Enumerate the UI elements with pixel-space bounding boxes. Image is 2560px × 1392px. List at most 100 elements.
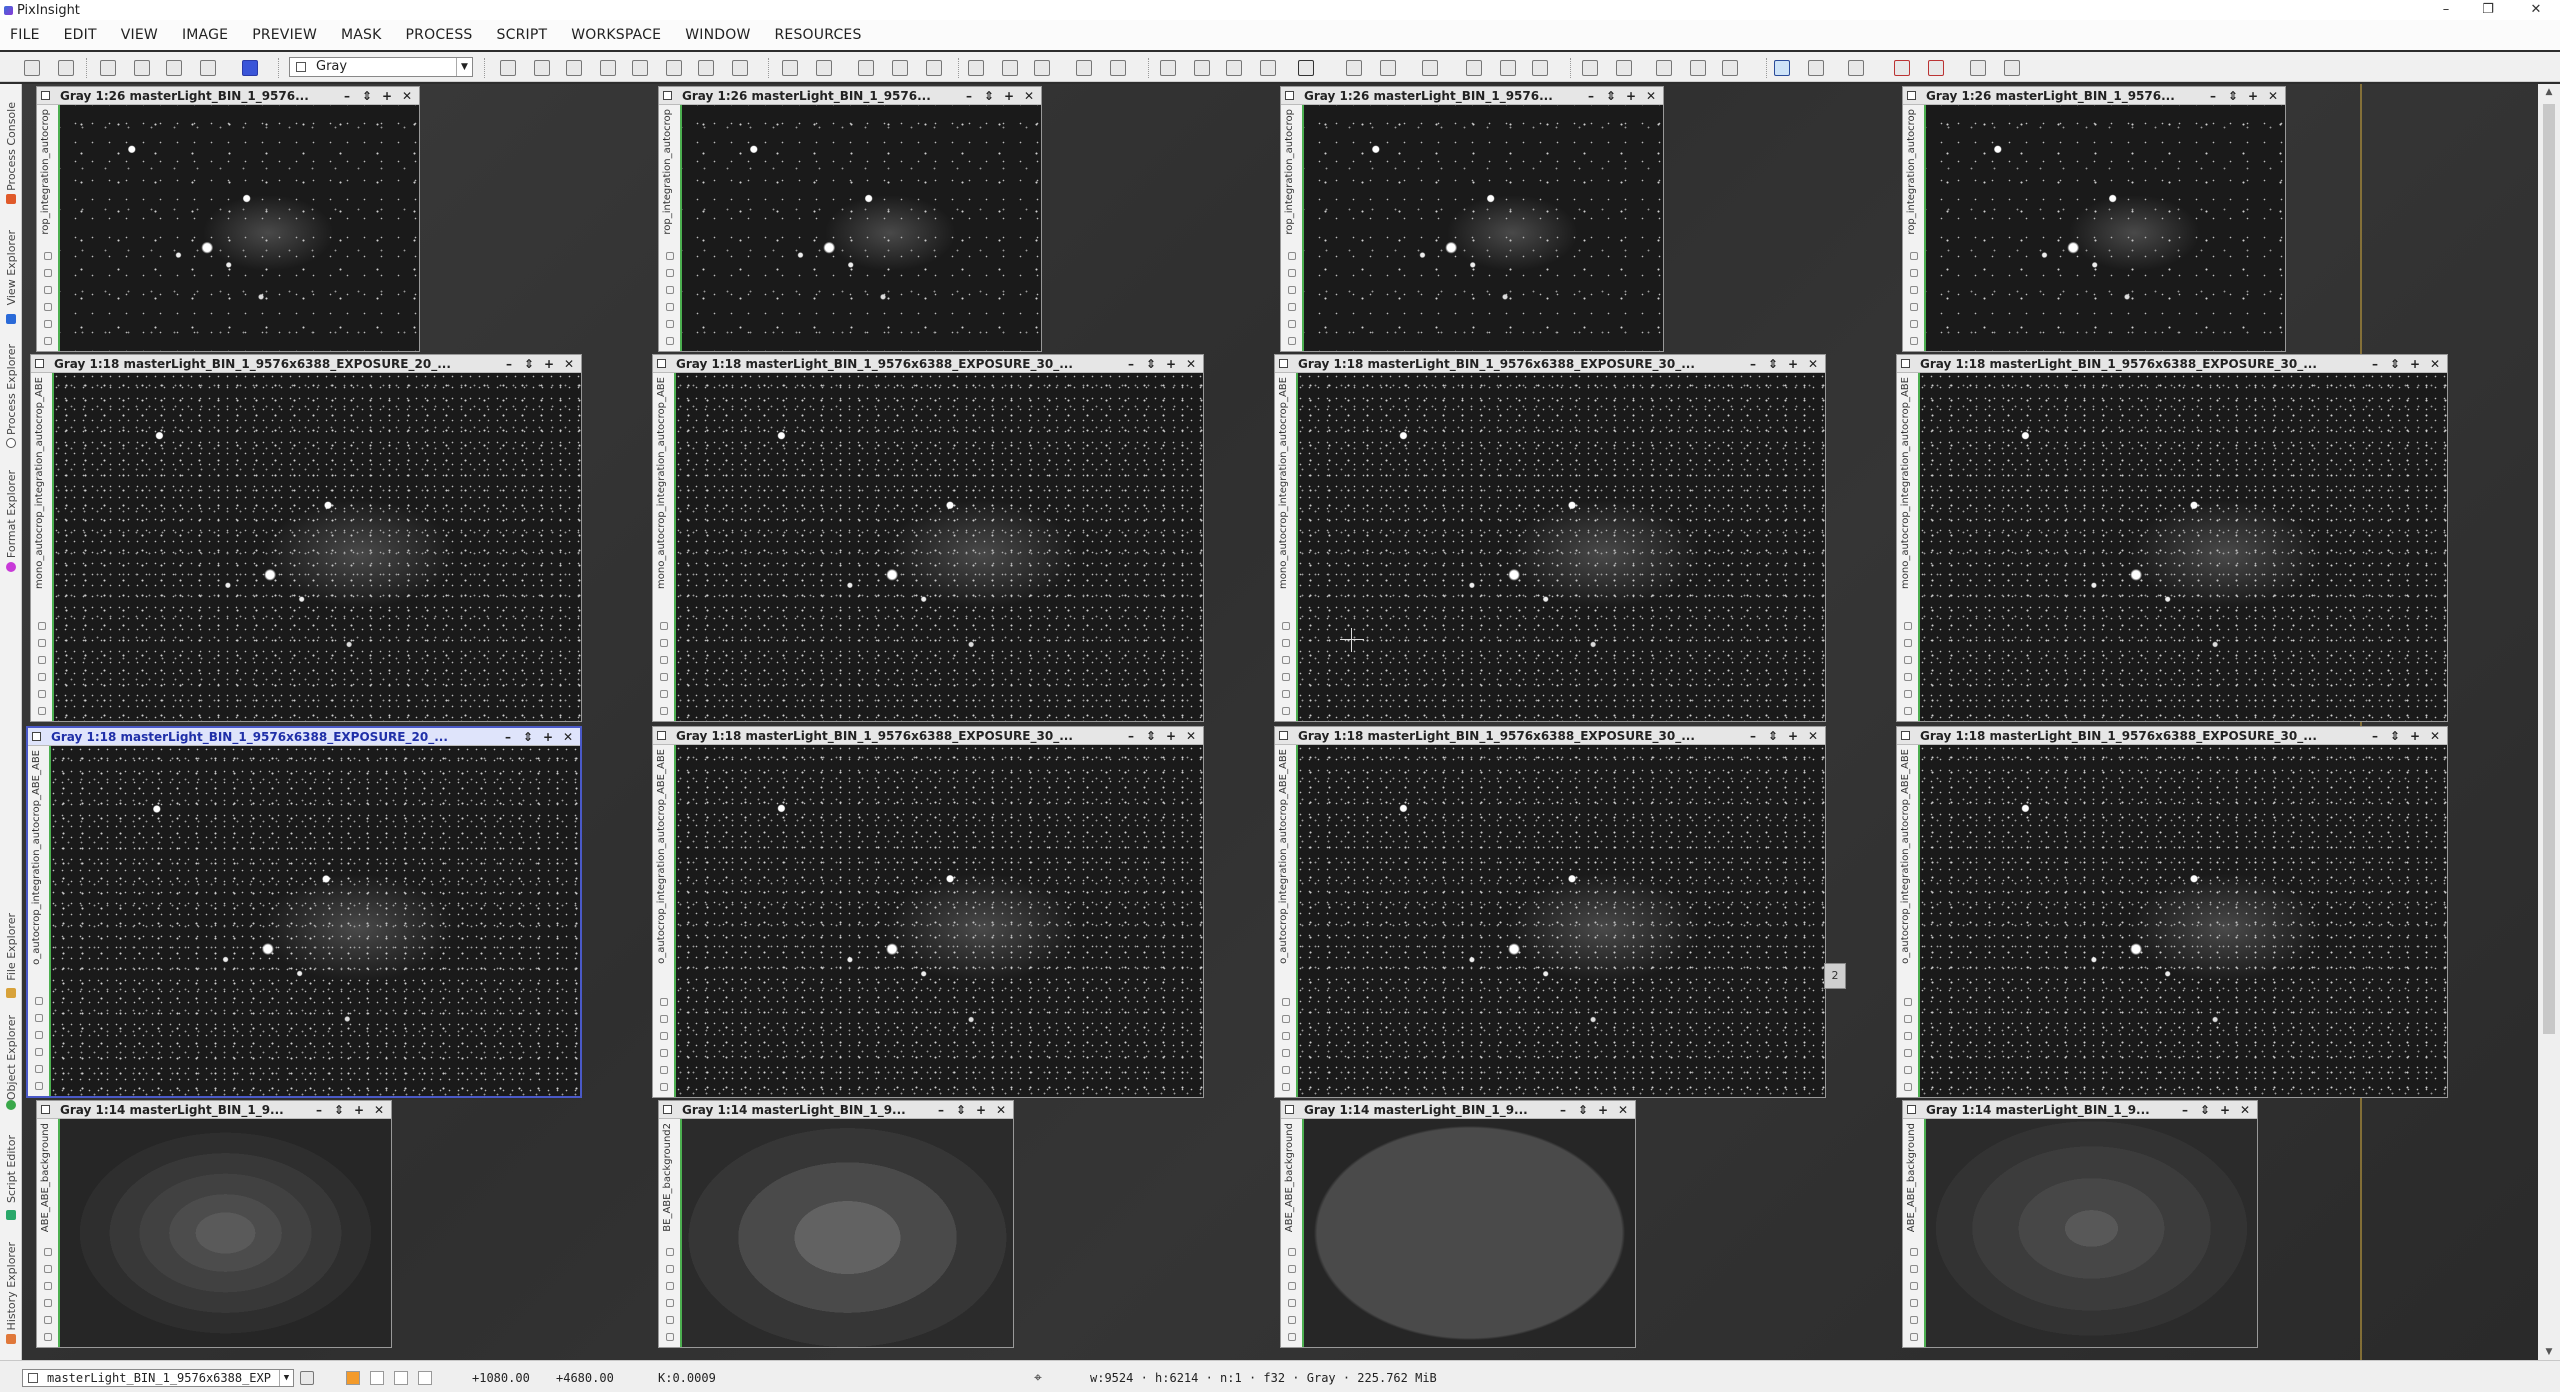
tab-view-explorer[interactable]: View Explorer (0, 208, 22, 328)
close-icon[interactable]: ✕ (991, 1101, 1011, 1119)
stf-icon[interactable] (666, 1265, 674, 1273)
shade-icon[interactable]: ⇕ (518, 728, 538, 746)
zoom-icon[interactable] (666, 303, 674, 311)
stf-reset-icon[interactable] (1380, 60, 1396, 76)
view-toggle-icon[interactable] (300, 1371, 314, 1385)
maximize-icon[interactable]: + (538, 728, 558, 746)
image-window[interactable]: Gray 1:26 masterLight_BIN_1_9576... – ⇕ + ✕ r… (1280, 86, 1664, 352)
mask-icon[interactable] (1282, 1066, 1290, 1074)
zoom-icon[interactable] (35, 1048, 43, 1056)
minimize-icon[interactable]: – (959, 87, 979, 105)
close-button[interactable]: ✕ (2516, 0, 2556, 20)
pin-icon[interactable] (660, 998, 668, 1006)
zoom-out-icon[interactable] (816, 60, 832, 76)
minimize-icon[interactable]: – (1553, 1101, 1573, 1119)
stf-icon[interactable] (1910, 269, 1918, 277)
nebula-image-canvas[interactable] (1298, 745, 1825, 1097)
maximize-icon[interactable]: + (2243, 87, 2263, 105)
background-model-canvas[interactable] (1304, 1119, 1635, 1347)
close-icon[interactable]: ✕ (2263, 87, 2283, 105)
pin-icon[interactable] (1904, 998, 1912, 1006)
image-window[interactable]: Gray 1:18 masterLight_BIN_1_9576x6388_EX… (1274, 354, 1826, 722)
maximize-icon[interactable]: + (1593, 1101, 1613, 1119)
minimize-icon[interactable]: – (1581, 87, 1601, 105)
zoom-1-1-icon[interactable] (892, 60, 908, 76)
tab-object-explorer[interactable]: Object Explorer (0, 1002, 22, 1114)
zoom-icon[interactable] (666, 1299, 674, 1307)
minimize-icon[interactable]: – (2365, 727, 2385, 745)
mask-icon[interactable] (44, 320, 52, 328)
image-window[interactable]: Gray 1:18 masterLight_BIN_1_9576x6388_EX… (652, 726, 1204, 1098)
move-icon[interactable] (632, 60, 648, 76)
nebula-image-canvas[interactable] (1304, 105, 1663, 351)
lock-icon[interactable] (666, 337, 674, 345)
maximize-icon[interactable]: + (999, 87, 1019, 105)
shade-icon[interactable]: ⇕ (951, 1101, 971, 1119)
mask-icon[interactable] (666, 1316, 674, 1324)
view-list-selector[interactable]: masterLight_BIN_1_9576x6388_EXP ▼ (22, 1369, 294, 1387)
lock-icon[interactable] (1282, 707, 1290, 715)
background-model-canvas[interactable] (682, 1119, 1013, 1347)
image-window-icon[interactable] (41, 1105, 50, 1114)
nebula-image-canvas[interactable] (682, 105, 1041, 351)
pointer-icon[interactable] (732, 60, 748, 76)
close-icon[interactable]: ✕ (397, 87, 417, 105)
image-window-icon[interactable] (1285, 91, 1294, 100)
maximize-icon[interactable]: + (1783, 355, 1803, 373)
channel-rgb-icon[interactable] (1466, 60, 1482, 76)
close-icon[interactable]: ✕ (2235, 1101, 2255, 1119)
zoom-icon[interactable] (1904, 673, 1912, 681)
stf-icon[interactable] (44, 269, 52, 277)
lock-icon[interactable] (1282, 1083, 1290, 1091)
stf-icon[interactable] (660, 639, 668, 647)
zoom-icon[interactable] (1288, 303, 1296, 311)
readout-options-icon[interactable] (1110, 60, 1126, 76)
zoom-icon[interactable] (660, 673, 668, 681)
mask-icon[interactable] (1282, 690, 1290, 698)
lock-icon[interactable] (44, 337, 52, 345)
background-model-canvas[interactable] (60, 1119, 391, 1347)
tab-process-explorer[interactable]: Process Explorer (0, 328, 22, 452)
mask-icon[interactable] (1910, 320, 1918, 328)
pin-icon[interactable] (35, 997, 43, 1005)
shade-icon[interactable]: ⇕ (1763, 355, 1783, 373)
menu-resources[interactable]: RESOURCES (775, 27, 862, 43)
image-window-icon[interactable] (1907, 1105, 1916, 1114)
new-preview-icon[interactable] (698, 60, 714, 76)
menu-image[interactable]: IMAGE (182, 27, 228, 43)
pin-icon[interactable] (38, 622, 46, 630)
minimize-icon[interactable]: – (2365, 355, 2385, 373)
link-icon[interactable] (1904, 656, 1912, 664)
zoom-icon[interactable] (44, 1299, 52, 1307)
open-icon[interactable] (100, 60, 116, 76)
image-window-icon[interactable] (663, 1105, 672, 1114)
image-window-icon[interactable] (35, 359, 44, 368)
image-window[interactable]: Gray 1:14 masterLight_BIN_1_9... – ⇕ + ✕ ABE_… (1280, 1100, 1636, 1348)
image-window-titlebar[interactable]: Gray 1:14 masterLight_BIN_1_9... – ⇕ + ✕ (659, 1101, 1013, 1119)
reload-icon[interactable] (134, 60, 150, 76)
mask-icon[interactable] (35, 1065, 43, 1073)
image-window[interactable]: Gray 1:18 masterLight_BIN_1_9576x6388_EX… (1896, 726, 2448, 1098)
menu-preview[interactable]: PREVIEW (252, 27, 317, 43)
close-icon[interactable]: ✕ (2425, 355, 2445, 373)
image-window-titlebar[interactable]: Gray 1:18 masterLight_BIN_1_9576x6388_EX… (1275, 355, 1825, 373)
maximize-icon[interactable]: + (1161, 355, 1181, 373)
minimize-icon[interactable]: – (2175, 1101, 2195, 1119)
nebula-image-canvas[interactable] (676, 373, 1203, 721)
image-window-titlebar[interactable]: Gray 1:18 masterLight_BIN_1_9576x6388_EX… (653, 355, 1203, 373)
link-icon[interactable] (1910, 1282, 1918, 1290)
shade-icon[interactable]: ⇕ (2195, 1101, 2215, 1119)
stf-link-icon[interactable] (1346, 60, 1362, 76)
close-icon[interactable]: ✕ (369, 1101, 389, 1119)
stf-icon[interactable] (1282, 1015, 1290, 1023)
lock-icon[interactable] (660, 1083, 668, 1091)
link-icon[interactable] (660, 656, 668, 664)
maximize-icon[interactable]: + (2215, 1101, 2235, 1119)
channel-red-icon[interactable] (1500, 60, 1516, 76)
image-window[interactable]: Gray 1:26 masterLight_BIN_1_9576... – ⇕ + ✕ r… (36, 86, 420, 352)
image-window-icon[interactable] (41, 91, 50, 100)
zoom-icon[interactable] (38, 673, 46, 681)
stf-icon[interactable] (660, 1015, 668, 1023)
image-window-icon[interactable] (663, 91, 672, 100)
lock-icon[interactable] (666, 1333, 674, 1341)
